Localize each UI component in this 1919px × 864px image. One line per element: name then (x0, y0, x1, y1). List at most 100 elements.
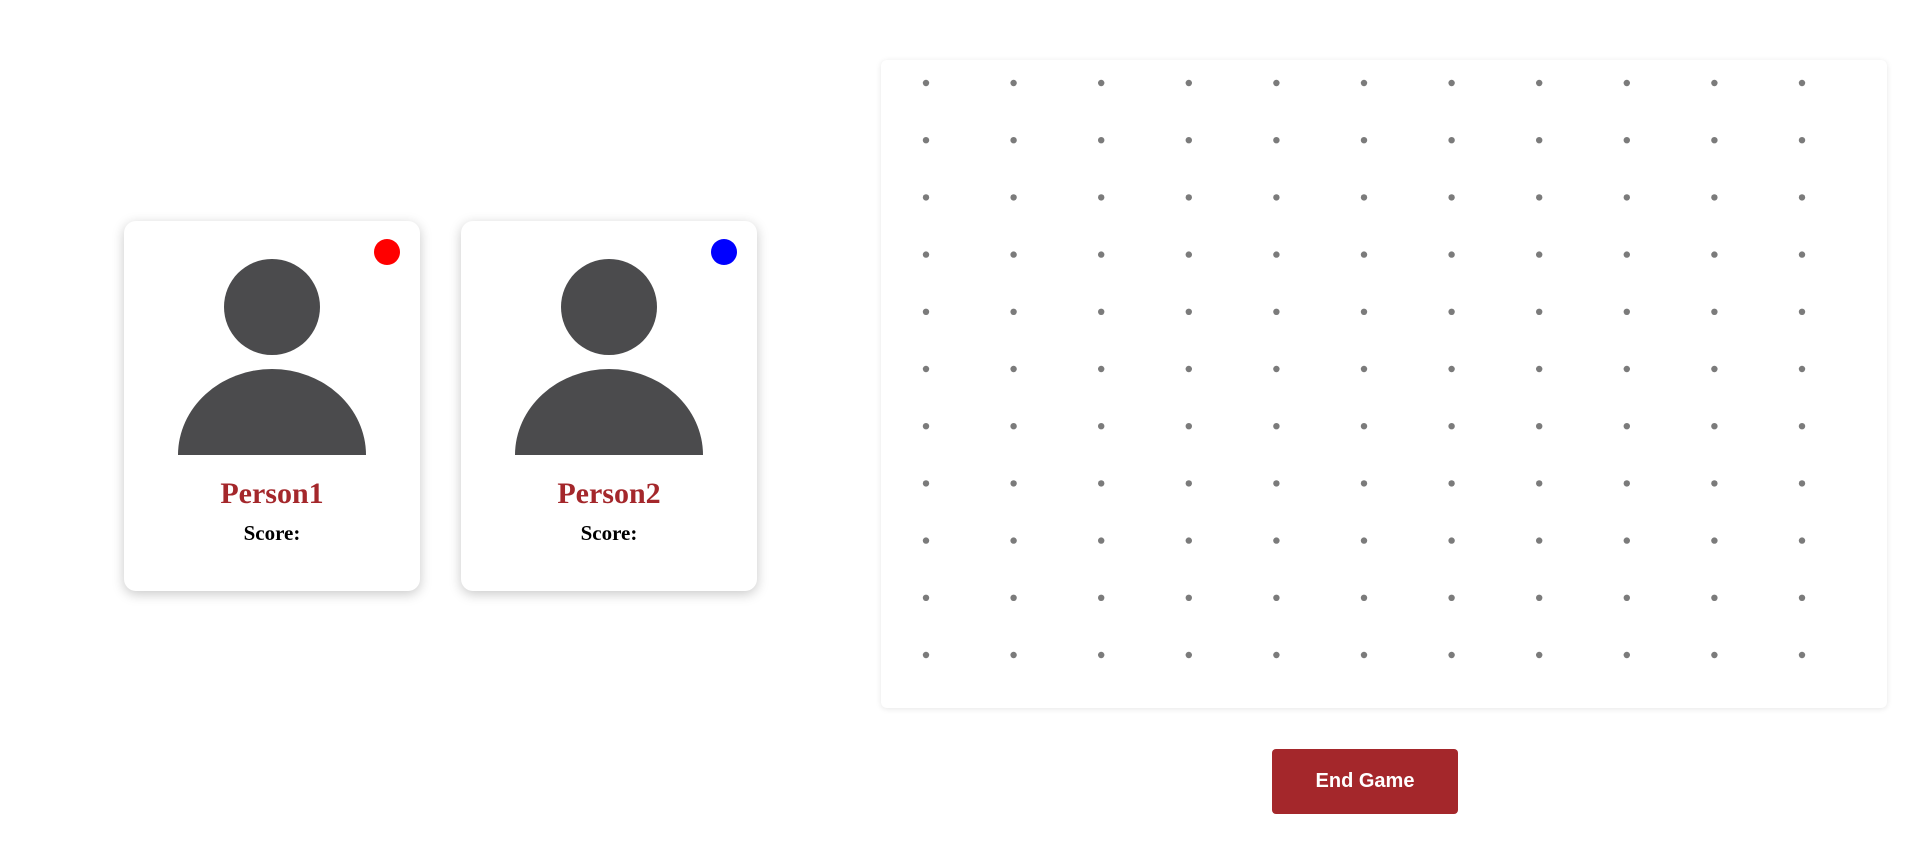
grid-dot[interactable] (1623, 480, 1630, 487)
grid-dot[interactable] (1360, 137, 1368, 144)
grid-dot[interactable] (1010, 137, 1017, 144)
grid-dot[interactable] (1623, 537, 1630, 544)
grid-dot[interactable] (1623, 423, 1630, 430)
grid-dot[interactable] (1623, 251, 1630, 258)
grid-dot[interactable] (922, 651, 930, 659)
grid-dot[interactable] (1010, 651, 1017, 659)
grid-dot[interactable] (1273, 651, 1280, 659)
grid-dot[interactable] (1273, 480, 1280, 487)
grid-dot[interactable] (1448, 480, 1455, 487)
grid-dot[interactable] (1623, 365, 1630, 373)
grid-dot[interactable] (1623, 651, 1630, 659)
grid-dot[interactable] (1536, 480, 1543, 487)
grid-dot[interactable] (1711, 594, 1718, 601)
grid-dot[interactable] (1448, 423, 1455, 430)
grid-dot[interactable] (1273, 79, 1280, 87)
grid-dot[interactable] (1098, 137, 1105, 144)
grid-dot[interactable] (1360, 480, 1368, 487)
grid-dot[interactable] (1273, 594, 1280, 601)
grid-dot[interactable] (1360, 651, 1368, 659)
grid-dot[interactable] (1448, 194, 1455, 201)
grid-dot[interactable] (1798, 537, 1806, 544)
grid-dot[interactable] (1536, 651, 1543, 659)
grid-dot[interactable] (1711, 308, 1718, 315)
grid-dot[interactable] (1711, 137, 1718, 144)
grid-dot[interactable] (1448, 137, 1455, 144)
grid-dot[interactable] (1711, 194, 1718, 201)
grid-dot[interactable] (1010, 537, 1017, 544)
grid-dot[interactable] (1273, 251, 1280, 258)
grid-dot[interactable] (1098, 480, 1105, 487)
grid-dot[interactable] (1798, 365, 1806, 373)
grid-dot[interactable] (1711, 365, 1718, 373)
end-game-button[interactable]: End Game (1272, 749, 1458, 814)
grid-dot[interactable] (1185, 308, 1192, 315)
grid-dot[interactable] (1360, 79, 1368, 87)
grid-dot[interactable] (1010, 594, 1017, 601)
grid-dot[interactable] (1360, 308, 1368, 315)
grid-dot[interactable] (1448, 308, 1455, 315)
grid-dot[interactable] (1010, 194, 1017, 201)
grid-dot[interactable] (1010, 308, 1017, 315)
grid-dot[interactable] (1711, 423, 1718, 430)
grid-dot[interactable] (1536, 137, 1543, 144)
grid-dot[interactable] (1098, 651, 1105, 659)
grid-dot[interactable] (1273, 194, 1280, 201)
grid-dot[interactable] (1448, 79, 1455, 87)
grid-dot[interactable] (1098, 537, 1105, 544)
grid-dot[interactable] (1448, 594, 1455, 601)
game-board[interactable] (881, 60, 1887, 708)
grid-dot[interactable] (922, 79, 930, 87)
grid-dot[interactable] (1185, 365, 1192, 373)
grid-dot[interactable] (1273, 308, 1280, 315)
grid-dot[interactable] (922, 251, 930, 258)
grid-dot[interactable] (1798, 79, 1806, 87)
grid-dot[interactable] (1010, 79, 1017, 87)
grid-dot[interactable] (1185, 251, 1192, 258)
grid-dot[interactable] (1273, 423, 1280, 430)
grid-dot[interactable] (1536, 308, 1543, 315)
grid-dot[interactable] (1536, 423, 1543, 430)
grid-dot[interactable] (1010, 423, 1017, 430)
grid-dot[interactable] (1185, 79, 1192, 87)
grid-dot[interactable] (922, 308, 930, 315)
grid-dot[interactable] (1273, 365, 1280, 373)
grid-dot[interactable] (922, 594, 930, 601)
grid-dot[interactable] (1360, 365, 1368, 373)
grid-dot[interactable] (1536, 251, 1543, 258)
grid-dot[interactable] (1623, 194, 1630, 201)
grid-dot[interactable] (1448, 251, 1455, 258)
grid-dot[interactable] (1798, 651, 1806, 659)
grid-dot[interactable] (1798, 308, 1806, 315)
grid-dot[interactable] (1273, 137, 1280, 144)
grid-dot[interactable] (1536, 194, 1543, 201)
grid-dot[interactable] (1010, 365, 1017, 373)
grid-dot[interactable] (1010, 251, 1017, 258)
grid-dot[interactable] (1360, 594, 1368, 601)
grid-dot[interactable] (1098, 423, 1105, 430)
grid-dot[interactable] (1273, 537, 1280, 544)
grid-dot[interactable] (1623, 137, 1630, 144)
grid-dot[interactable] (1623, 79, 1630, 87)
grid-dot[interactable] (1798, 480, 1806, 487)
grid-dot[interactable] (1360, 423, 1368, 430)
grid-dot[interactable] (1711, 79, 1718, 87)
grid-dot[interactable] (1185, 651, 1192, 659)
grid-dot[interactable] (1360, 251, 1368, 258)
grid-dot[interactable] (1185, 194, 1192, 201)
grid-dot[interactable] (1536, 537, 1543, 544)
grid-dot[interactable] (1360, 194, 1368, 201)
grid-dot[interactable] (1798, 194, 1806, 201)
grid-dot[interactable] (1623, 594, 1630, 601)
grid-dot[interactable] (1711, 537, 1718, 544)
grid-dot[interactable] (922, 365, 930, 373)
grid-dot[interactable] (1798, 594, 1806, 601)
grid-dot[interactable] (1185, 137, 1192, 144)
grid-dot[interactable] (1798, 423, 1806, 430)
grid-dot[interactable] (1536, 79, 1543, 87)
grid-dot[interactable] (1798, 137, 1806, 144)
grid-dot[interactable] (1448, 537, 1455, 544)
grid-dot[interactable] (1711, 651, 1718, 659)
grid-dot[interactable] (1711, 251, 1718, 258)
grid-dot[interactable] (1536, 365, 1543, 373)
